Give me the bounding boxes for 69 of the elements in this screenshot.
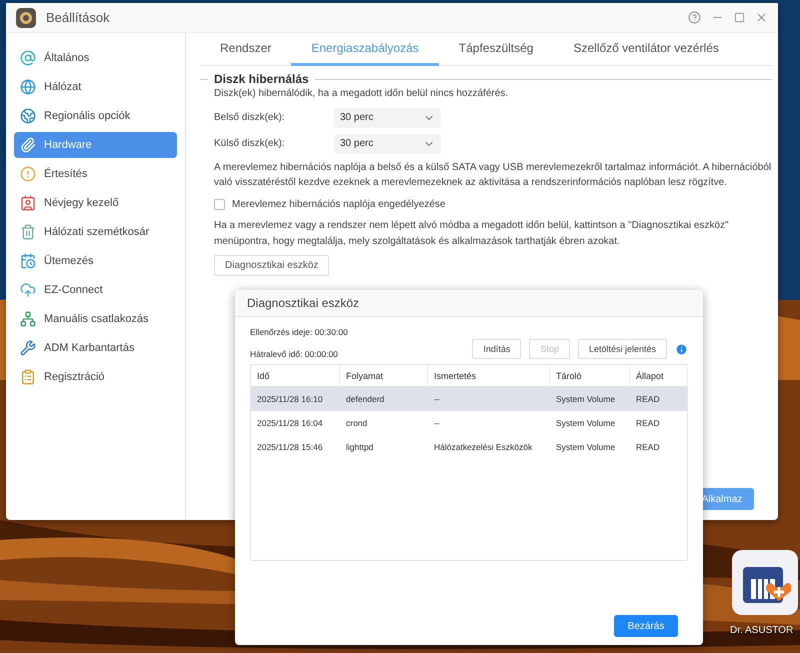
sidebar-item[interactable]: Hálózat [14,74,177,100]
sidebar-item[interactable]: Regisztráció [14,364,177,390]
table-cell-text: 2025/11/28 16:04 [256,418,324,428]
at-sign-icon [20,50,36,66]
sidebar-item[interactable]: Általános [14,45,177,71]
table-cell-text: -- [433,418,441,428]
network-icon [20,311,36,327]
sidebar-item[interactable]: Ütemezés [14,248,177,274]
maximize-icon[interactable] [734,12,745,23]
sidebar-item[interactable]: Regionális opciók [14,103,177,129]
tab[interactable]: Szellőző ventilátor vezérlés [553,33,739,66]
table-cell-text: READ [635,418,661,428]
section-title: Diszk hibernálás [214,72,309,86]
sidebar-item[interactable]: EZ-Connect [14,277,177,303]
sidebar-item[interactable]: ADM Karbantartás [14,335,177,361]
alert-icon [20,166,36,182]
table-row[interactable]: 2025/11/28 15:46 lighttpd Hálózatkezelési Eszközök System Volume READ [251,435,687,459]
help-icon[interactable] [688,11,701,24]
table-cell-text: -- [433,394,441,404]
table-cell-text: lighttpd [345,442,374,452]
dialog-title: Diagnosztikai eszköz [235,290,703,317]
field-label: Belső diszk(ek): [214,110,286,125]
globe-icon [20,79,36,95]
app-icon [16,8,36,28]
dialog-button[interactable]: Indítás [472,339,522,359]
dropdown[interactable]: 30 perc [334,108,441,128]
table-cell-text: READ [635,442,661,452]
trash-icon [20,224,36,240]
table-cell-text: crond [345,418,368,428]
checkbox[interactable] [214,198,225,210]
table-cell-text: READ [635,394,661,404]
table-cell-text: System Volume [555,394,616,404]
info-text: A merevlemez hibernációs naplója a belső és a külső SATA vagy USB merevlemezekről tartalmaz információt. A hibernációból való visszatéréstől kezdve ezeknek a merevlemezeknek az aktivitása a rendszerinformációs naplóban lesz rögzítve. [214,160,772,190]
table-cell-text: System Volume [555,442,616,452]
table-row[interactable]: 2025/11/28 16:04 crond -- System Volume READ [251,411,687,435]
desktop-icon-label: Dr. ASUSTOR [730,625,794,636]
dropdown[interactable]: 30 perc [334,134,441,154]
sidebar-item[interactable]: Névjegy kezelő [14,190,177,216]
clipboard-icon [20,369,36,385]
close-icon[interactable] [755,11,768,24]
wrench-icon [20,340,36,356]
close-button[interactable]: Bezárás [614,615,678,637]
check-time-text: Ellenőrzés ideje: 00:30:00 [250,327,349,337]
nas-app-icon[interactable] [732,550,798,615]
tab[interactable]: Tápfeszültség [438,33,554,66]
paperclip-icon [20,137,36,153]
remaining-time-text: Hátralevő idő: 00:00:00 [250,349,338,359]
calendar-icon [20,253,36,269]
description-text: Diszk(ek) hibernálódik, ha a megadott időn belül nincs hozzáférés. [214,87,510,101]
field-label: Külső diszk(ek): [214,136,286,151]
contact-card-icon [20,195,36,211]
table-cell-text: 2025/11/28 16:10 [256,394,324,404]
dialog-button[interactable]: Letöltési jelentés [578,339,667,359]
table-row[interactable]: 2025/11/28 16:10 defenderd -- System Volume READ [251,387,687,411]
info-icon[interactable] [675,342,688,356]
diagnostic-button[interactable]: Diagnosztikai eszköz [214,255,330,276]
sidebar-item[interactable]: Hálózati szemétkosár [14,219,177,245]
cloud-upload-icon [20,282,36,298]
table-cell-text: Hálózatkezelési Eszközök [433,442,534,452]
window-title: Beállítások [46,10,111,25]
earth-icon [20,108,36,124]
checkbox-label: Merevlemez hibernációs naplója engedélyezése [232,198,446,212]
help-text: Ha a merevlemez vagy a rendszer nem lépett alvó módba a megadott időn belül, kattintson a "Diagnosztikai eszköz" menüpontra, hogy megtalálja, mely szolgáltatások és alkalmazások tarthatják ébren azokat. [214,219,730,248]
table-cell-text: System Volume [555,418,616,428]
table-cell-text: 2025/11/28 15:46 [256,442,324,452]
table-cell-text: defenderd [345,394,386,404]
sidebar-item[interactable]: Értesítés [14,161,177,187]
tab[interactable]: Rendszer [200,33,292,66]
sidebar-item[interactable]: Manuális csatlakozás [14,306,177,332]
